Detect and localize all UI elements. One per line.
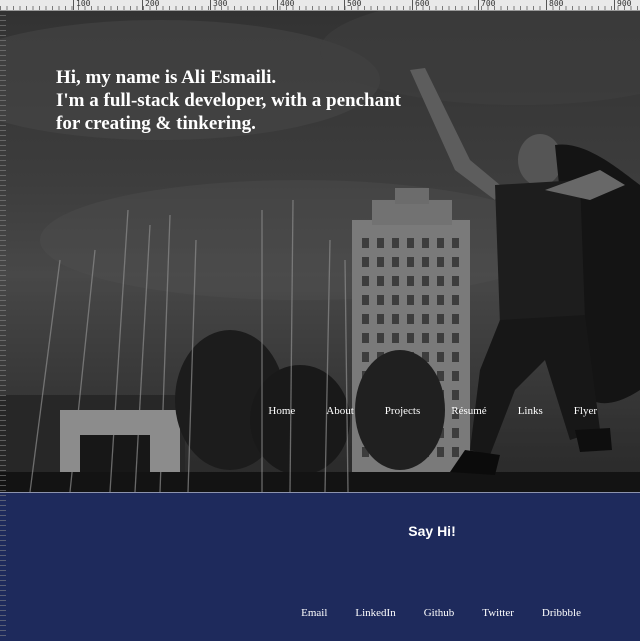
ruler-label: 400 — [277, 0, 294, 10]
ruler-label: 800 — [546, 0, 563, 10]
nav-home-link[interactable]: Home — [268, 405, 295, 417]
nav-projects-link[interactable]: Projects — [385, 405, 420, 417]
ruler-label: 300 — [210, 0, 227, 10]
linkedin-link[interactable]: LinkedIn — [355, 607, 395, 619]
headline-line: for creating & tinkering. — [56, 113, 256, 134]
hero-headline: Hi, my name is Ali Esmaili. I'm a full-s… — [56, 66, 401, 135]
ruler-label: 100 — [73, 0, 90, 10]
nav-about-link[interactable]: About — [326, 405, 354, 417]
nav-resume-link[interactable]: Résumé — [451, 405, 486, 417]
ruler-label: 200 — [142, 0, 159, 10]
ruler-label: 900 — [614, 0, 631, 10]
headline-line: Hi, my name is Ali Esmaili. — [56, 67, 277, 88]
email-link[interactable]: Email — [301, 607, 327, 619]
headline-line: I'm a full-stack developer, with a pench… — [56, 90, 402, 111]
say-hi-heading: Say Hi! — [408, 523, 456, 539]
dribbble-link[interactable]: Dribbble — [542, 607, 581, 619]
ruler-label: 600 — [412, 0, 429, 10]
github-link[interactable]: Github — [424, 607, 455, 619]
nav-links-link[interactable]: Links — [518, 405, 543, 417]
twitter-link[interactable]: Twitter — [482, 607, 514, 619]
ruler-label: 500 — [344, 0, 361, 10]
main-nav: Home About Projects Résumé Links Flyer — [268, 405, 597, 417]
contact-footer: Say Hi! Email LinkedIn Github Twitter Dr… — [0, 492, 640, 641]
top-ruler: 100 200 300 400 500 600 700 800 900 — [0, 0, 640, 11]
contact-links: Email LinkedIn Github Twitter Dribbble — [301, 607, 581, 619]
left-ruler — [0, 10, 6, 640]
nav-flyer-link[interactable]: Flyer — [574, 405, 597, 417]
hero-section: Hi, my name is Ali Esmaili. I'm a full-s… — [0, 10, 640, 492]
ruler-label: 700 — [478, 0, 495, 10]
